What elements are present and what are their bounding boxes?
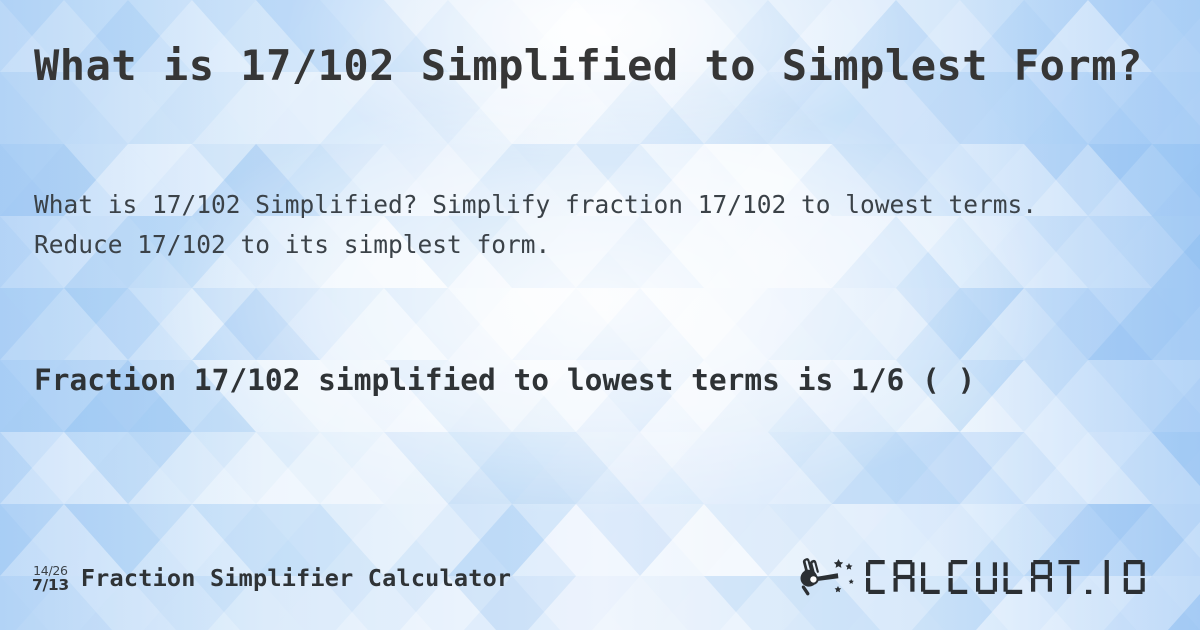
fraction-logo-denominator: 7/13 (32, 576, 69, 594)
hand-magic-wand-icon (800, 558, 854, 596)
brand-logo[interactable] (798, 548, 1184, 608)
content-area: What is 17/102 Simplified to Simplest Fo… (0, 0, 1200, 630)
footer: 14/26 7/13 Fraction Simplifier Calculato… (0, 548, 1200, 608)
page-title: What is 17/102 Simplified to Simplest Fo… (34, 41, 1143, 90)
brand-wordmark (864, 555, 1184, 601)
result-statement: Fraction 17/102 simplified to lowest ter… (34, 363, 976, 397)
page-subtitle: What is 17/102 Simplified? Simplify frac… (34, 190, 1038, 259)
fraction-logo-icon: 14/26 7/13 (32, 563, 69, 594)
footer-calculator-name: Fraction Simplifier Calculator (80, 564, 512, 592)
footer-left-group: 14/26 7/13 Fraction Simplifier Calculato… (32, 548, 511, 608)
